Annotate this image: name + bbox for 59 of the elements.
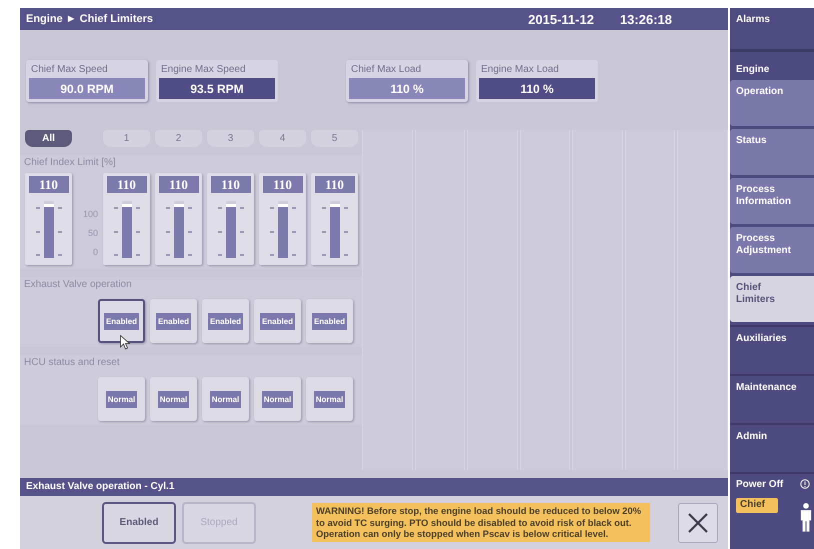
slider-value: 110: [158, 176, 198, 193]
cylinder-button[interactable]: Enabled: [202, 299, 249, 343]
cylinder-button[interactable]: Normal: [254, 377, 301, 421]
cylinder-button[interactable]: Normal: [202, 377, 249, 421]
slider-control[interactable]: 110: [207, 173, 254, 265]
option-button[interactable]: Enabled: [102, 502, 176, 544]
slider-value: 110: [106, 176, 146, 193]
cylinder-tab[interactable]: 3: [207, 130, 254, 147]
breadcrumb: Engine ► Chief Limiters: [26, 13, 154, 25]
readout-value: 93.5 RPM: [159, 78, 275, 99]
time-label: 13:26:18: [620, 12, 672, 26]
menu-group-label: Engine: [735, 63, 770, 77]
cylinder-button[interactable]: Normal: [98, 377, 145, 421]
readout-label: Chief Max Load: [350, 64, 422, 77]
cylinder-button[interactable]: Normal: [150, 377, 197, 421]
close-button[interactable]: [678, 502, 718, 542]
slider-control[interactable]: 110: [155, 173, 202, 265]
cylinder-button[interactable]: Enabled: [306, 299, 353, 343]
section-title: HCU status and reset: [23, 356, 121, 370]
readout-card[interactable]: Chief Max Load 110 %: [346, 60, 468, 102]
cylinder-button[interactable]: Enabled: [98, 299, 145, 343]
menu-item[interactable]: Process Information: [730, 178, 814, 224]
readout-value: 110 %: [349, 78, 465, 99]
section-title: Exhaust Valve operation: [23, 278, 133, 292]
cylinder-tab[interactable]: 1: [103, 130, 150, 147]
slider-control[interactable]: 110: [25, 173, 72, 265]
warning-message: WARNING! Before stop, the engine load should be reduced to below 20% to avoid TC surging. PTO should be disabled to avoid risk of black out. Operation can only be stopped when Pscav is below critical level.: [312, 503, 650, 542]
readout-label: Engine Max Speed: [160, 64, 247, 77]
slider-value: 110: [210, 176, 250, 193]
info-icon: [800, 479, 810, 489]
cylinder-tab[interactable]: All: [25, 130, 72, 147]
menu-item[interactable]: Status: [730, 129, 814, 175]
menu-item[interactable]: Process Adjustment: [730, 227, 814, 273]
slider-control[interactable]: 110: [103, 173, 150, 265]
cylinder-tab[interactable]: 5: [311, 130, 358, 147]
readout-label: Engine Max Load: [480, 64, 560, 77]
cylinder-button[interactable]: Enabled: [150, 299, 197, 343]
section-title: Chief Index Limit [%]: [23, 156, 117, 170]
cylinder-button[interactable]: Enabled: [254, 299, 301, 343]
cylinder-tab[interactable]: 4: [259, 130, 306, 147]
readout-label: Chief Max Speed: [30, 64, 109, 77]
cursor-icon: [120, 335, 130, 350]
menu-item[interactable]: Chief Limiters: [730, 276, 814, 322]
panel-title: Exhaust Valve operation - Cyl.1: [20, 478, 728, 496]
readout-card[interactable]: Chief Max Speed 90.0 RPM: [26, 60, 148, 102]
cylinder-button[interactable]: Normal: [306, 377, 353, 421]
user-role-badge: Chief: [736, 498, 778, 513]
slider-value: 110: [314, 176, 354, 193]
slider-value: 110: [28, 176, 68, 193]
person-icon: [800, 502, 812, 532]
slider-control[interactable]: 110: [259, 173, 306, 265]
menu-item[interactable]: Operation: [730, 80, 814, 126]
readout-value: 110 %: [479, 78, 595, 99]
cylinder-tab[interactable]: 2: [155, 130, 202, 147]
close-icon: [686, 510, 710, 534]
slider-value: 110: [262, 176, 302, 193]
date-label: 2015-11-12: [528, 12, 594, 26]
slider-control[interactable]: 110: [311, 173, 358, 265]
readout-value: 90.0 RPM: [29, 78, 145, 99]
